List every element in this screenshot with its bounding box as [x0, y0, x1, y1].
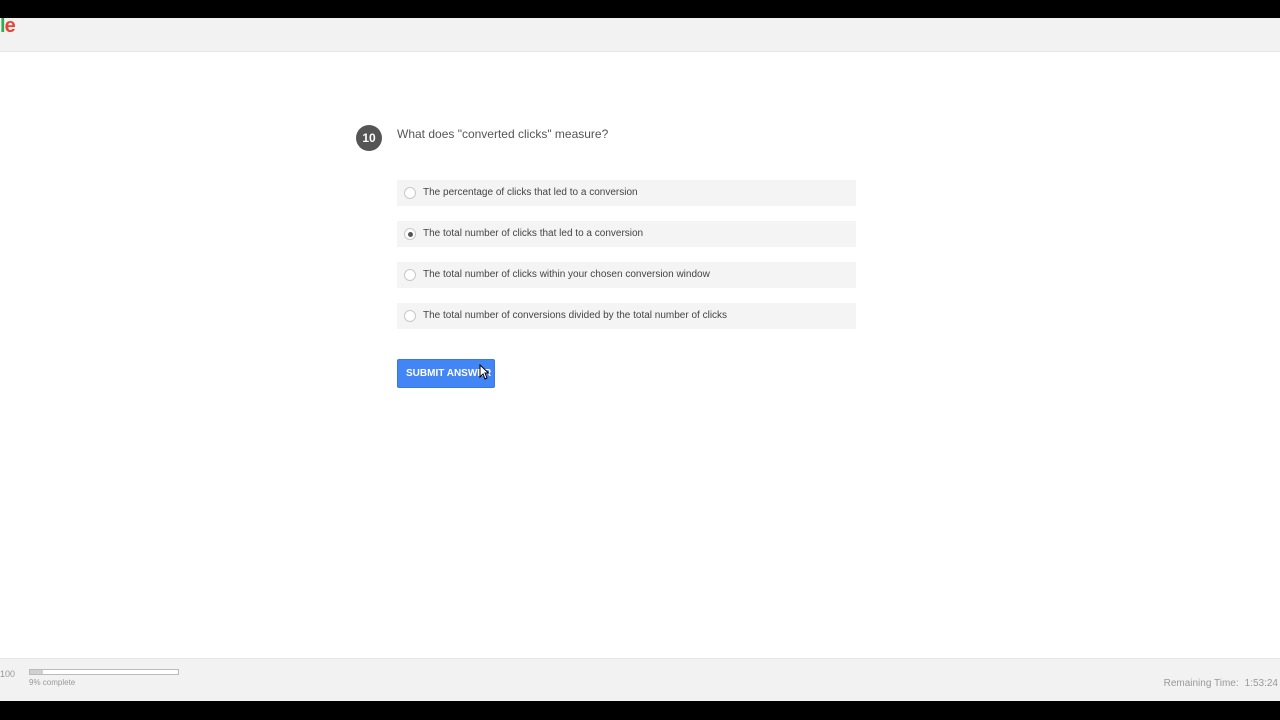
answer-option-3[interactable]: The total number of clicks within your c…	[397, 262, 856, 288]
remaining-time-label: Remaining Time:	[1163, 678, 1239, 689]
radio-button-2[interactable]	[404, 228, 416, 240]
quiz-page: le 10 What does "converted clicks" measu…	[0, 18, 1280, 701]
progress-label: 9% complete	[29, 678, 76, 687]
radio-button-3[interactable]	[404, 269, 416, 281]
answer-option-label: The percentage of clicks that led to a c…	[423, 187, 638, 198]
answer-option-label: The total number of conversions divided …	[423, 310, 728, 321]
mouse-cursor-icon	[479, 364, 489, 380]
progress-bar	[29, 669, 179, 675]
radio-button-4[interactable]	[404, 310, 416, 322]
answer-option-2[interactable]: The total number of clicks that led to a…	[397, 221, 856, 247]
question-count: 100	[0, 669, 16, 679]
top-bar: le	[0, 18, 1280, 52]
footer-bar: 100 9% complete Remaining Time: 1:53:24	[0, 658, 1280, 701]
answer-option-1[interactable]: The percentage of clicks that led to a c…	[397, 180, 856, 206]
answer-options: The percentage of clicks that led to a c…	[397, 180, 856, 344]
google-logo: le	[0, 18, 16, 38]
answer-option-label: The total number of clicks that led to a…	[423, 228, 644, 239]
question-number-badge: 10	[356, 125, 382, 151]
answer-option-label: The total number of clicks within your c…	[423, 269, 710, 280]
remaining-time: Remaining Time: 1:53:24	[1164, 678, 1278, 689]
radio-button-1[interactable]	[404, 187, 416, 199]
remaining-time-value: 1:53:24	[1244, 678, 1278, 689]
progress-bar-fill	[30, 670, 44, 674]
question-text: What does "converted clicks" measure?	[397, 127, 609, 141]
answer-option-4[interactable]: The total number of conversions divided …	[397, 303, 856, 329]
logo-letter-e: e	[4, 18, 16, 37]
